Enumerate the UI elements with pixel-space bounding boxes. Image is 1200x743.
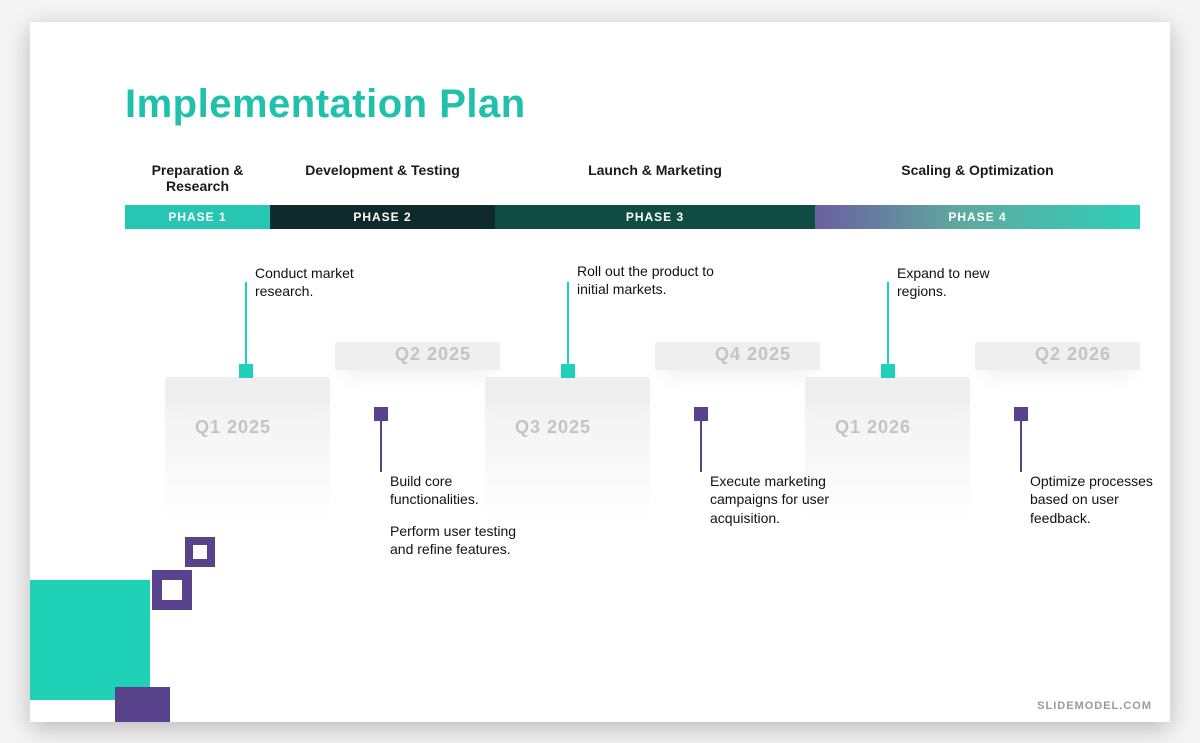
phase-tag: PHASE 1	[168, 210, 226, 224]
phase-bar-1: PHASE 1	[125, 205, 270, 229]
note-q6: Optimize processes based on user feedbac…	[1030, 472, 1160, 529]
quarter-label-q2: Q2 2025	[395, 344, 471, 365]
phase-tag: PHASE 2	[353, 210, 411, 224]
phase-label-text: Preparation & Research	[125, 162, 270, 196]
slide-container: Implementation Plan Preparation & Resear…	[30, 22, 1170, 722]
phase-label-4: Scaling & Optimization	[815, 162, 1140, 196]
stem-q3	[567, 282, 569, 370]
marker-q4	[694, 407, 708, 421]
phase-label-3: Launch & Marketing	[495, 162, 815, 196]
note-q5: Expand to new regions.	[897, 264, 1027, 302]
phase-bar-3: PHASE 3	[495, 205, 815, 229]
marker-q2	[374, 407, 388, 421]
note-q2a: Build core functionalities.	[390, 472, 535, 510]
phase-tag: PHASE 3	[626, 210, 684, 224]
quarter-label-q3: Q3 2025	[515, 417, 591, 438]
note-q3: Roll out the product to initial markets.	[577, 262, 737, 300]
deco-square-purple-solid	[115, 687, 170, 722]
deco-square-purple-outline-small	[185, 537, 215, 567]
phase-tag: PHASE 4	[948, 210, 1006, 224]
phase-label-text: Development & Testing	[305, 162, 460, 178]
quarter-label-q4: Q4 2025	[715, 344, 791, 365]
slide-title: Implementation Plan	[125, 82, 526, 127]
phase-bar-4: PHASE 4	[815, 205, 1140, 229]
timeline: Q1 2025 Q2 2025 Q3 2025 Q4 2025 Q1 2026 …	[125, 242, 1140, 562]
phase-bar-2: PHASE 2	[270, 205, 495, 229]
quarter-label-q1: Q1 2025	[195, 417, 271, 438]
marker-q6	[1014, 407, 1028, 421]
deco-square-teal-large	[30, 580, 150, 700]
deco-square-purple-outline-medium	[152, 570, 192, 610]
stem-q2	[380, 412, 382, 472]
phase-bar: PHASE 1 PHASE 2 PHASE 3 PHASE 4	[125, 205, 1140, 229]
marker-q1	[239, 364, 253, 378]
track-bot-seg-2	[485, 377, 650, 405]
marker-q5	[881, 364, 895, 378]
note-q2b: Perform user testing and refine features…	[390, 522, 535, 560]
quarter-label-q6: Q2 2026	[1035, 344, 1111, 365]
track-bot-seg-1	[165, 377, 330, 405]
note-q4: Execute marketing campaigns for user acq…	[710, 472, 840, 529]
phase-header-labels: Preparation & Research Development & Tes…	[125, 162, 1140, 196]
stem-q1	[245, 282, 247, 370]
stem-q5	[887, 282, 889, 370]
footer-brand: SLIDEMODEL.COM	[1037, 700, 1152, 712]
phase-label-2: Development & Testing	[270, 162, 495, 196]
phase-label-1: Preparation & Research	[125, 162, 270, 196]
phase-label-text: Launch & Marketing	[588, 162, 722, 178]
track-bot-seg-3	[805, 377, 970, 405]
note-q1: Conduct market research.	[255, 264, 400, 302]
phase-label-text: Scaling & Optimization	[901, 162, 1053, 178]
stem-q4	[700, 412, 702, 472]
marker-q3	[561, 364, 575, 378]
quarter-label-q5: Q1 2026	[835, 417, 911, 438]
stem-q6	[1020, 412, 1022, 472]
